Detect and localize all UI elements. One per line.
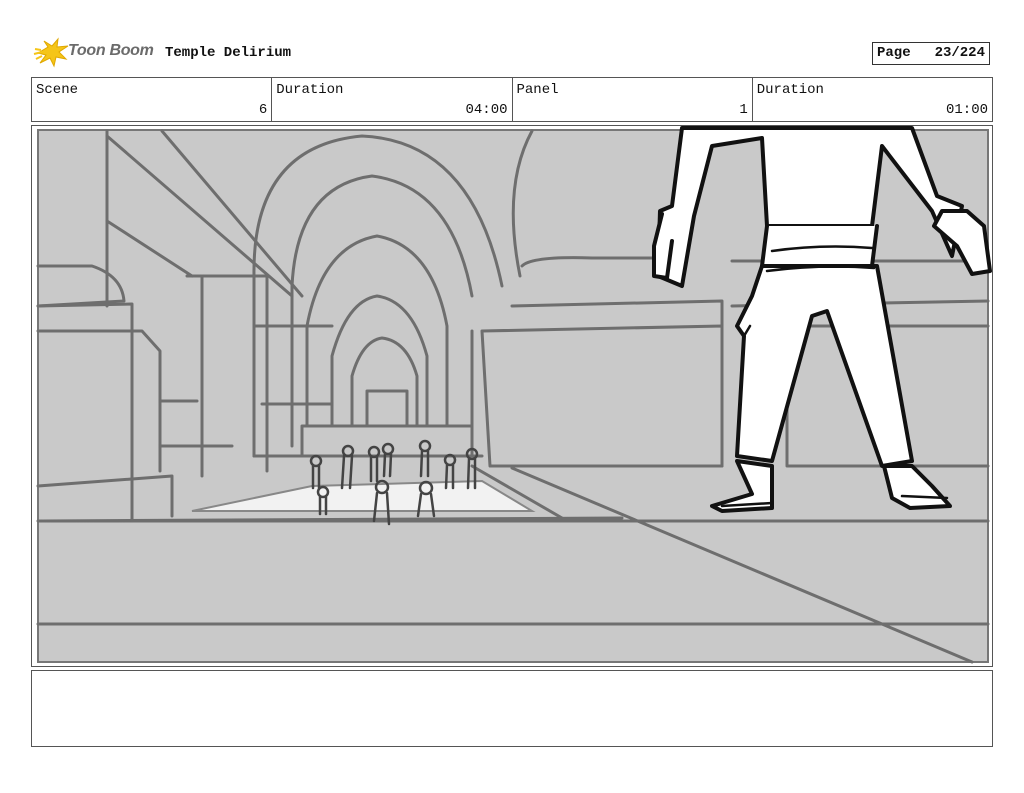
toon-boom-logo: Toon Boom xyxy=(32,37,162,69)
panel-value: 1 xyxy=(739,102,748,118)
scene-duration-label: Duration xyxy=(276,82,344,98)
scene-cell: Scene 6 xyxy=(32,78,271,121)
scene-label: Scene xyxy=(36,82,79,98)
scene-duration-value: 04:00 xyxy=(465,102,508,118)
panel-sketch-image xyxy=(36,126,992,664)
scene-duration-cell: Duration 04:00 xyxy=(271,78,511,121)
logo-text: Toon Boom xyxy=(68,42,154,59)
panel-duration-label: Duration xyxy=(756,82,824,98)
scene-value: 6 xyxy=(258,102,268,118)
panel-duration-cell: Duration 01:00 xyxy=(751,78,992,121)
page-number: 23/224 xyxy=(934,45,985,61)
page-indicator: Page 23/224 xyxy=(872,42,990,65)
page-label: Page xyxy=(877,45,911,61)
starburst-icon xyxy=(33,37,69,68)
panel-cell: Panel 1 xyxy=(511,78,752,121)
panel-notes-area xyxy=(31,670,993,747)
panel-info-row: Scene 6 Duration 04:00 Panel 1 Duration … xyxy=(31,77,993,122)
panel-label: Panel xyxy=(516,82,559,98)
project-title: Temple Delirium xyxy=(165,45,292,61)
storyboard-panel xyxy=(31,125,993,667)
panel-duration-value: 01:00 xyxy=(945,102,988,118)
